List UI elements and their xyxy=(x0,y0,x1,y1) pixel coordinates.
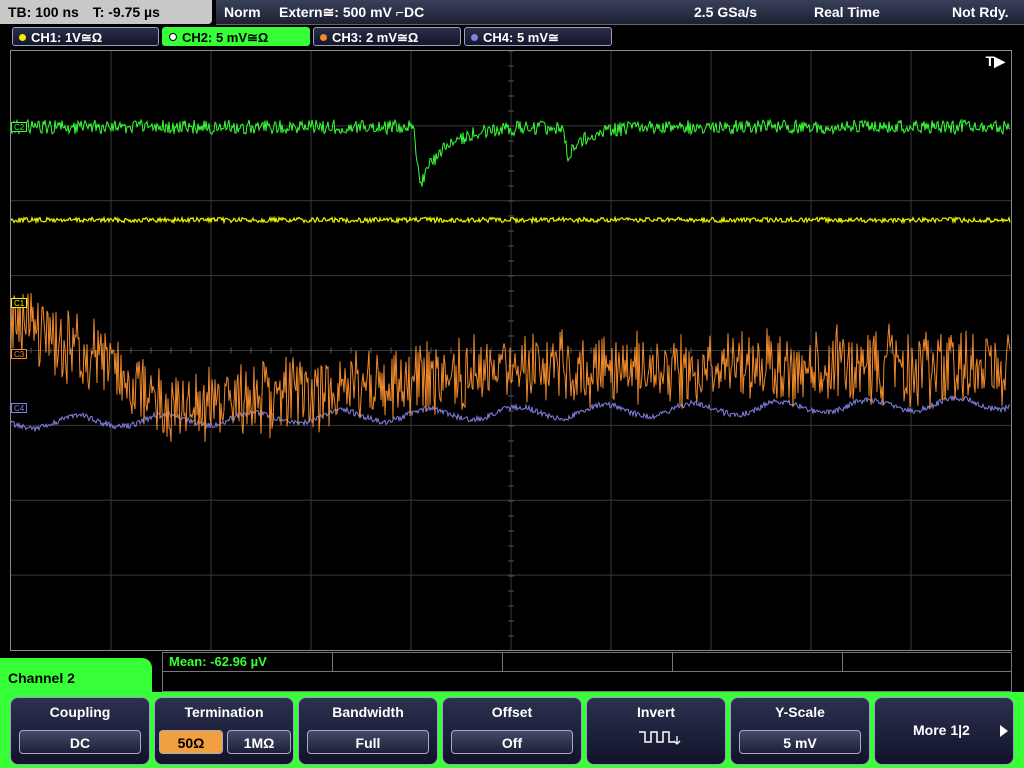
coupling-key[interactable]: Coupling DC xyxy=(10,697,150,765)
invert-waveform-icon xyxy=(639,731,681,745)
ch2-marker[interactable]: C2 xyxy=(11,122,28,132)
status-bar: TB: 100 ns T: -9.75 µs Norm Extern≅: 500… xyxy=(0,0,1024,26)
channel-tab-3[interactable]: CH3: 2 mV≅Ω xyxy=(313,27,461,46)
ch2-dot-icon xyxy=(169,33,177,41)
acquisition-status: Not Rdy. xyxy=(952,4,1009,20)
ch1-marker[interactable]: C1 xyxy=(11,298,28,308)
termination-50-option[interactable]: 50Ω xyxy=(159,730,223,754)
bandwidth-value[interactable]: Full xyxy=(307,730,429,754)
channel-tab-label: CH1: 1V≅Ω xyxy=(31,30,103,45)
acquisition-mode: Real Time xyxy=(814,4,880,20)
invert-key[interactable]: Invert xyxy=(586,697,726,765)
waveform-display[interactable]: C1 C3 C4 C2 T▶ xyxy=(10,50,1012,651)
ch3-dot-icon xyxy=(320,34,327,41)
channel-tab-label: CH2: 5 mV≅Ω xyxy=(182,30,269,45)
timebase-box[interactable]: TB: 100 ns T: -9.75 µs xyxy=(0,0,212,24)
bandwidth-key[interactable]: Bandwidth Full xyxy=(298,697,438,765)
channel-tab-2[interactable]: CH2: 5 mV≅Ω xyxy=(162,27,310,46)
offset-value[interactable]: Off xyxy=(451,730,573,754)
channel-tab-label: CH4: 5 mV≅ xyxy=(483,30,559,45)
termination-key[interactable]: Termination 50Ω 1MΩ xyxy=(154,697,294,765)
ch4-marker[interactable]: C4 xyxy=(11,403,28,413)
yscale-title: Y-Scale xyxy=(775,704,825,720)
channel-tab-1[interactable]: CH1: 1V≅Ω xyxy=(12,27,159,46)
coupling-title: Coupling xyxy=(49,704,111,720)
offset-title: Offset xyxy=(491,704,533,720)
yscale-key[interactable]: Y-Scale 5 mV xyxy=(730,697,870,765)
trigger-mode: Norm xyxy=(224,4,261,20)
chevron-right-icon xyxy=(1000,725,1008,737)
trigger-time: T: -9.75 µs xyxy=(92,4,160,20)
trigger-position-marker[interactable]: T▶ xyxy=(986,53,1005,70)
measurement-table: Mean: -62.96 µV xyxy=(162,652,1012,692)
ch3-marker[interactable]: C3 xyxy=(11,349,28,359)
termination-title: Termination xyxy=(184,704,264,720)
trigger-source: Extern≅: 500 mV ⌐DC xyxy=(279,4,425,20)
coupling-value[interactable]: DC xyxy=(19,730,141,754)
mean-measurement: Mean: -62.96 µV xyxy=(169,654,267,669)
sample-rate: 2.5 GSa/s xyxy=(694,4,758,20)
more-label: More 1|2 xyxy=(913,722,970,738)
waveform-canvas xyxy=(11,51,1011,650)
more-key[interactable]: More 1|2 xyxy=(874,697,1014,765)
ch1-dot-icon xyxy=(19,34,26,41)
bandwidth-title: Bandwidth xyxy=(332,704,404,720)
ch4-dot-icon xyxy=(471,34,478,41)
yscale-value[interactable]: 5 mV xyxy=(739,730,861,754)
channel-tab-4[interactable]: CH4: 5 mV≅ xyxy=(464,27,612,46)
offset-key[interactable]: Offset Off xyxy=(442,697,582,765)
termination-1m-option[interactable]: 1MΩ xyxy=(227,730,291,754)
invert-title: Invert xyxy=(636,704,676,720)
timebase-value: TB: 100 ns xyxy=(8,4,79,20)
channel-tab-label: CH3: 2 mV≅Ω xyxy=(332,30,419,45)
channel-tabs: CH1: 1V≅Ω CH2: 5 mV≅Ω CH3: 2 mV≅Ω CH4: 5… xyxy=(0,27,1024,47)
